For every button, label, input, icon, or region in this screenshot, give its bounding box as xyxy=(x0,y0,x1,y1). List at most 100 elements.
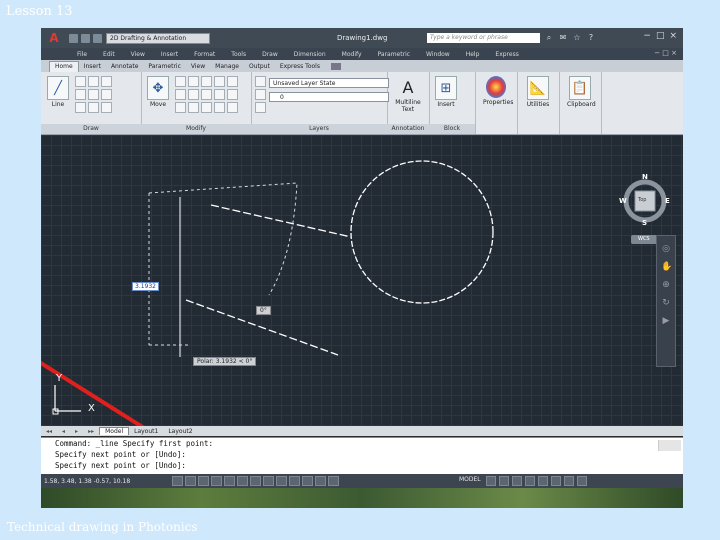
command-prompt-line[interactable]: Specify next point or [Undo]: xyxy=(41,460,683,471)
quick-view-drawings-icon[interactable] xyxy=(499,476,509,486)
panel-block-label[interactable]: Block xyxy=(429,124,475,134)
communication-center-icon[interactable]: ✉ xyxy=(558,33,568,43)
first-layout-icon[interactable]: ◂◂ xyxy=(41,428,57,435)
rectangle-icon[interactable] xyxy=(75,89,86,100)
sc-toggle[interactable] xyxy=(328,476,339,486)
menu-item[interactable]: Dimension xyxy=(294,51,326,58)
ortho-toggle[interactable] xyxy=(198,476,209,486)
tab-parametric[interactable]: Parametric xyxy=(143,62,186,72)
document-window-controls[interactable]: − □ × xyxy=(654,49,677,57)
layer-select[interactable]: 0 xyxy=(269,92,389,102)
quick-view-layouts-icon[interactable] xyxy=(486,476,496,486)
model-space-toggle[interactable]: MODEL xyxy=(459,476,481,483)
region-icon[interactable] xyxy=(75,102,86,113)
hardware-acceleration-icon[interactable] xyxy=(551,476,561,486)
viewcube-east[interactable]: E xyxy=(665,197,670,205)
tpy-toggle[interactable] xyxy=(302,476,313,486)
mirror-icon[interactable] xyxy=(188,89,199,100)
showmotion-icon[interactable]: ▶ xyxy=(661,316,671,326)
viewcube-west[interactable]: W xyxy=(619,197,627,205)
erase-icon[interactable] xyxy=(201,76,212,87)
drawing-viewport[interactable]: 3.1932 0° Polar: 3.1932 < 0° N S W E Top… xyxy=(41,135,683,426)
drawn-circle[interactable] xyxy=(350,160,494,304)
isolate-objects-icon[interactable] xyxy=(564,476,574,486)
layer-isolate-icon[interactable] xyxy=(255,89,266,100)
tab-model[interactable]: Model xyxy=(99,427,130,435)
ellipse-icon[interactable] xyxy=(101,89,112,100)
tab-home[interactable]: Home xyxy=(49,61,79,72)
workspace-switching-icon[interactable] xyxy=(525,476,535,486)
qp-toggle[interactable] xyxy=(315,476,326,486)
array-rect-icon[interactable] xyxy=(201,102,212,113)
ducs-toggle[interactable] xyxy=(263,476,274,486)
menu-item[interactable]: Tools xyxy=(231,51,246,58)
viewcube-north[interactable]: N xyxy=(642,173,648,181)
clean-screen-icon[interactable] xyxy=(577,476,587,486)
point-icon[interactable] xyxy=(101,102,112,113)
last-layout-icon[interactable]: ▸▸ xyxy=(83,428,99,435)
explode-icon[interactable] xyxy=(214,76,225,87)
insert-block-button[interactable]: ⊞ Insert xyxy=(433,76,459,108)
array-icon[interactable] xyxy=(214,89,225,100)
tab-insert[interactable]: Insert xyxy=(79,62,106,72)
help-icon[interactable]: ? xyxy=(586,33,596,43)
layer-state-select[interactable]: Unsaved Layer State xyxy=(269,78,389,88)
menu-item[interactable]: Draw xyxy=(262,51,278,58)
pan-icon[interactable]: ✋ xyxy=(661,262,672,272)
viewcube-south[interactable]: S xyxy=(642,219,647,227)
search-icon[interactable]: ⌕ xyxy=(544,33,554,43)
layer-match-icon[interactable] xyxy=(255,102,266,113)
otrack-toggle[interactable] xyxy=(250,476,261,486)
favorites-icon[interactable]: ☆ xyxy=(572,33,582,43)
tab-output[interactable]: Output xyxy=(244,62,275,72)
application-menu-button[interactable]: A xyxy=(41,28,67,48)
tangent-line-upper[interactable] xyxy=(210,204,352,238)
menu-item[interactable]: Modify xyxy=(342,51,362,58)
open-file-icon[interactable] xyxy=(81,33,90,43)
coordinate-readout[interactable]: 1.58, 3.48, 1.38 -0.57, 10.18 xyxy=(41,478,172,485)
panel-annotation-label[interactable]: Annotation xyxy=(387,124,429,134)
osnap-toggle[interactable] xyxy=(224,476,235,486)
panel-modify-label[interactable]: Modify xyxy=(141,124,251,134)
move-tool-button[interactable]: ✥ Move xyxy=(145,76,171,108)
tab-view[interactable]: View xyxy=(186,62,210,72)
minimize-icon[interactable]: − xyxy=(643,31,651,41)
menu-item[interactable]: File xyxy=(77,51,87,58)
menu-item[interactable]: View xyxy=(131,51,145,58)
scale-icon[interactable] xyxy=(188,102,199,113)
panel-layers-label[interactable]: Layers xyxy=(251,124,387,134)
snap-toggle[interactable] xyxy=(172,476,183,486)
copy-icon[interactable] xyxy=(175,89,186,100)
tab-express-tools[interactable]: Express Tools xyxy=(275,62,325,72)
table-icon[interactable] xyxy=(88,102,99,113)
tab-layout2[interactable]: Layout2 xyxy=(163,428,197,435)
polar-toggle[interactable] xyxy=(211,476,222,486)
break-icon[interactable] xyxy=(227,102,238,113)
arc-icon[interactable] xyxy=(101,76,112,87)
stretch-icon[interactable] xyxy=(175,102,186,113)
command-line-scrollbar[interactable] xyxy=(658,440,681,451)
tab-annotate[interactable]: Annotate xyxy=(106,62,143,72)
tab-layout1[interactable]: Layout1 xyxy=(129,428,163,435)
menu-item[interactable]: Parametric xyxy=(378,51,411,58)
chamfer-icon[interactable] xyxy=(227,89,238,100)
steering-wheel-icon[interactable]: ◎ xyxy=(661,244,671,254)
fillet-icon[interactable] xyxy=(201,89,212,100)
rotate-icon[interactable] xyxy=(175,76,186,87)
workspace-select[interactable]: 2D Drafting & Annotation xyxy=(106,32,210,44)
new-file-icon[interactable] xyxy=(69,33,78,43)
offset-icon[interactable] xyxy=(227,76,238,87)
lock-icon[interactable] xyxy=(538,476,548,486)
polyline-icon[interactable] xyxy=(75,76,86,87)
line-tool-button[interactable]: ╱ Line xyxy=(45,76,71,108)
save-icon[interactable] xyxy=(93,33,102,43)
command-line[interactable]: Command: _line Specify first point: Spec… xyxy=(41,437,683,474)
menu-item[interactable]: Express xyxy=(495,51,518,58)
close-icon[interactable]: × xyxy=(669,31,677,41)
panel-draw-label[interactable]: Draw xyxy=(41,124,141,134)
3dosnap-toggle[interactable] xyxy=(237,476,248,486)
trim-icon[interactable] xyxy=(188,76,199,87)
dyn-toggle[interactable] xyxy=(276,476,287,486)
menu-item[interactable]: Edit xyxy=(103,51,115,58)
maximize-icon[interactable]: □ xyxy=(656,31,665,41)
